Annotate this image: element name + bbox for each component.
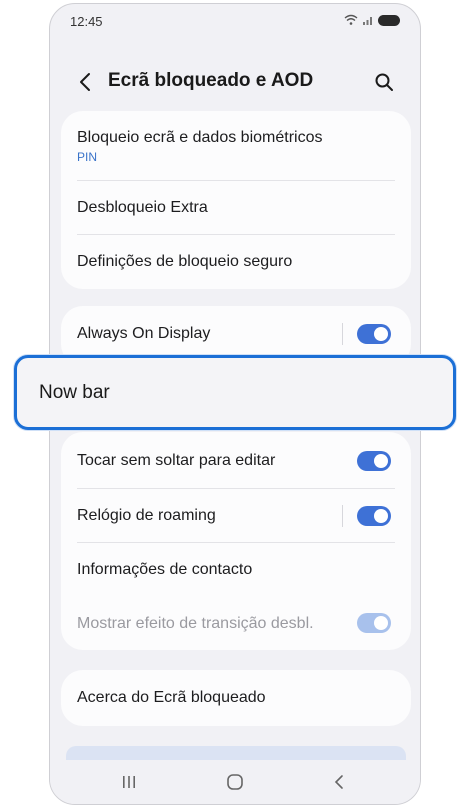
list-item-extra-unlock[interactable]: Desbloqueio Extra <box>61 181 411 235</box>
always-on-display-toggle[interactable] <box>357 324 391 344</box>
list-item-transition-effect: Mostrar efeito de transição desbl. <box>61 597 411 650</box>
list-item-label: Now bar <box>39 381 110 403</box>
toggle-knob <box>374 509 388 523</box>
list-item-always-on-display[interactable]: Always On Display <box>61 306 411 362</box>
search-button[interactable] <box>370 68 398 96</box>
security-settings-card: Bloqueio ecrã e dados biométricos PIN De… <box>61 111 411 289</box>
chevron-left-icon <box>80 73 90 91</box>
vertical-separator <box>342 323 343 345</box>
status-bar: 12:45 <box>50 4 420 38</box>
search-icon <box>375 73 393 91</box>
roaming-clock-toggle[interactable] <box>357 506 391 526</box>
list-item-label: Relógio de roaming <box>77 507 216 524</box>
back-arrow-icon <box>334 775 343 789</box>
list-item-roaming-clock[interactable]: Relógio de roaming <box>61 489 411 543</box>
list-item-label: Informações de contacto <box>77 561 253 578</box>
list-item-contact-info[interactable]: Informações de contacto <box>61 543 411 597</box>
top-app-bar: Ecrã bloqueado e AOD <box>50 60 420 104</box>
battery-icon <box>378 14 400 26</box>
list-item-label: Definições de bloqueio seguro <box>77 253 293 270</box>
list-item-label: Desbloqueio Extra <box>77 199 208 216</box>
navigation-bar <box>50 760 420 804</box>
list-item-now-bar[interactable]: Now bar <box>14 355 456 430</box>
page-title: Ecrã bloqueado e AOD <box>108 70 314 91</box>
list-item-about-lock-screen[interactable]: Acerca do Ecrã bloqueado <box>61 670 411 726</box>
wifi-icon <box>344 14 358 25</box>
back-button[interactable] <box>72 68 98 96</box>
list-item-label: Acerca do Ecrã bloqueado <box>77 689 266 706</box>
toggle-knob <box>374 616 388 630</box>
status-icons <box>344 14 400 26</box>
lock-screen-options-card: Tocar sem soltar para editar Relógio de … <box>61 432 411 650</box>
list-item-label: Mostrar efeito de transição desbl. <box>77 614 314 632</box>
status-time: 12:45 <box>70 14 103 29</box>
recents-icon <box>123 776 135 788</box>
toggle-knob <box>374 454 388 468</box>
recents-button[interactable] <box>114 770 144 794</box>
list-item-lock-screen-biometrics[interactable]: Bloqueio ecrã e dados biométricos PIN <box>61 111 411 181</box>
about-card: Acerca do Ecrã bloqueado <box>61 670 411 726</box>
list-item-label: Bloqueio ecrã e dados biométricos <box>77 128 323 146</box>
list-item-summary: PIN <box>77 149 98 164</box>
vertical-separator <box>342 505 343 527</box>
list-item-label: Always On Display <box>77 325 211 342</box>
list-item-tap-hold-edit[interactable]: Tocar sem soltar para editar <box>61 432 411 489</box>
back-nav-button[interactable] <box>324 770 354 794</box>
signal-icon <box>363 17 372 25</box>
list-item-secure-lock-settings[interactable]: Definições de bloqueio seguro <box>61 235 411 289</box>
toggle-knob <box>374 327 388 341</box>
tap-hold-edit-toggle[interactable] <box>357 451 391 471</box>
home-icon <box>227 774 243 790</box>
list-item-label: Tocar sem soltar para editar <box>77 451 276 469</box>
home-button[interactable] <box>220 770 250 794</box>
transition-effect-toggle <box>357 613 391 633</box>
